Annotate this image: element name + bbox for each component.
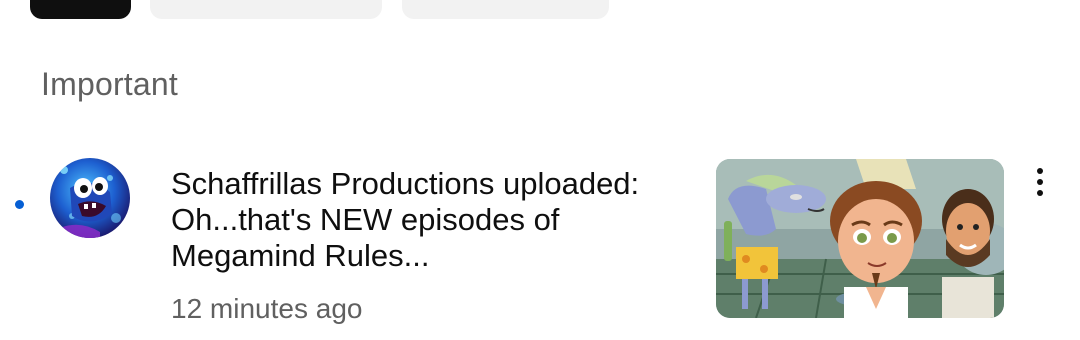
more-vert-icon[interactable] [1024,164,1056,200]
more-dot [1037,168,1043,174]
filter-chip[interactable] [402,0,609,19]
filter-chip[interactable] [150,0,382,19]
section-header: Important [41,66,178,102]
notification-title[interactable]: Schaffrillas Productions uploaded: Oh...… [171,166,691,274]
notification-time: 12 minutes ago [171,293,363,324]
filter-chip-selected[interactable] [30,0,131,19]
unread-indicator [15,200,24,209]
more-dot [1037,179,1043,185]
video-thumbnail[interactable] [716,159,1004,318]
more-dot [1037,190,1043,196]
channel-avatar[interactable] [50,158,130,238]
thumbnail-image [716,159,1004,318]
avatar-image [50,158,130,238]
